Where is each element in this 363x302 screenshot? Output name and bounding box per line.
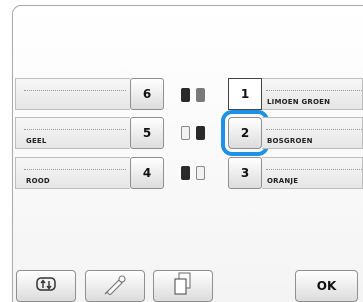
ok-button[interactable]: OK [295,270,358,302]
thread-spool-icon [196,166,205,180]
thread-change-button[interactable] [16,270,76,302]
left-color-name: GEEL [26,137,47,145]
thread-spool-icon [181,166,190,180]
right-color-row-3: ORANJE [262,157,363,189]
thread-spool-icon [181,88,190,102]
left-number-button-5[interactable]: 5 [130,117,164,149]
right-number-button-2[interactable]: 2 [221,110,269,156]
eyedropper-icon [101,273,129,299]
copy-button[interactable] [153,270,213,302]
copy-icon [171,271,195,301]
right-color-name: LIMOEN GROEN [267,98,331,106]
left-color-name: ROOD [26,177,50,185]
dotted-line [266,90,362,91]
right-color-name: ORANJE [267,177,299,185]
left-color-row-1 [15,78,130,110]
left-color-row-2: GEEL [15,117,130,149]
thread-spool-icon [196,88,205,102]
color-pick-button[interactable] [85,270,145,302]
right-color-row-2: BOSGROEN [262,117,363,149]
thread-spool-icon [196,126,205,140]
dotted-line [266,169,362,170]
dotted-line [24,169,126,170]
left-number-button-4[interactable]: 4 [130,157,164,189]
thread-spool-icon [181,126,190,140]
right-color-name: BOSGROEN [267,137,313,145]
screen-panel [12,5,363,302]
left-number-button-6[interactable]: 6 [130,78,164,110]
dotted-line [266,129,362,130]
right-color-row-1: LIMOEN GROEN [262,78,363,110]
right-number-button-1[interactable]: 1 [228,78,262,110]
right-number-button-3[interactable]: 3 [228,157,262,189]
dotted-line [24,90,126,91]
left-color-row-3: ROOD [15,157,130,189]
dotted-line [24,129,126,130]
thread-change-icon [32,274,60,298]
